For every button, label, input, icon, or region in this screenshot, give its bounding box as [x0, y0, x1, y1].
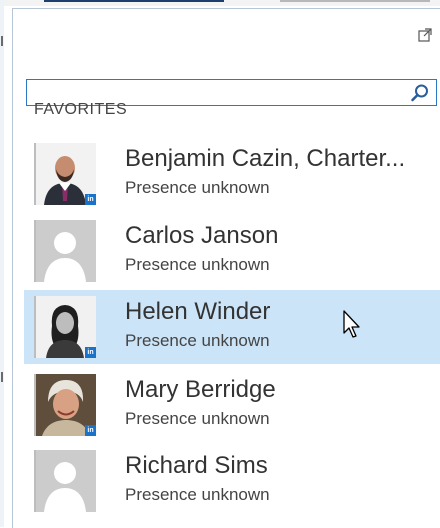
linkedin-icon: in [85, 425, 96, 436]
section-header: FAVORITES [34, 101, 128, 118]
contact-name: Carlos Janson [125, 222, 279, 249]
popout-icon[interactable] [418, 28, 432, 42]
contact-photo [34, 450, 96, 512]
presence-status: Presence unknown [125, 485, 270, 504]
presence-status: Presence unknown [125, 178, 270, 197]
left-window-edge [0, 0, 4, 527]
edge-mark [1, 36, 3, 46]
search-icon[interactable] [410, 83, 430, 103]
contact-name: Helen Winder [125, 298, 271, 325]
presence-status: Presence unknown [125, 331, 270, 350]
edge-mark [1, 372, 3, 382]
presence-status: Presence unknown [125, 409, 270, 428]
contact-photo: in [34, 374, 96, 436]
presence-status: Presence unknown [125, 255, 270, 274]
contact-item[interactable]: Carlos Janson Presence unknown [24, 214, 440, 288]
background-window-text [280, 0, 430, 2]
contact-name: Mary Berridge [125, 376, 276, 403]
linkedin-icon: in [85, 347, 96, 358]
background-window-bar [44, 0, 224, 2]
mouse-pointer-icon [342, 309, 364, 343]
contact-photo: in [34, 143, 96, 205]
linkedin-icon: in [85, 194, 96, 205]
contact-name: Benjamin Cazin, Charter... [125, 145, 406, 172]
contact-photo: in [34, 296, 96, 358]
contact-name: Richard Sims [125, 452, 268, 479]
contact-item[interactable]: in Helen Winder Presence unknown [24, 290, 440, 364]
contact-item[interactable]: in Mary Berridge Presence unknown [24, 368, 440, 442]
contact-photo [34, 220, 96, 282]
background-window-strip [0, 0, 440, 6]
contact-item[interactable]: in Benjamin Cazin, Charter... Presence u… [24, 137, 440, 211]
contact-item[interactable]: Richard Sims Presence unknown [24, 444, 440, 518]
